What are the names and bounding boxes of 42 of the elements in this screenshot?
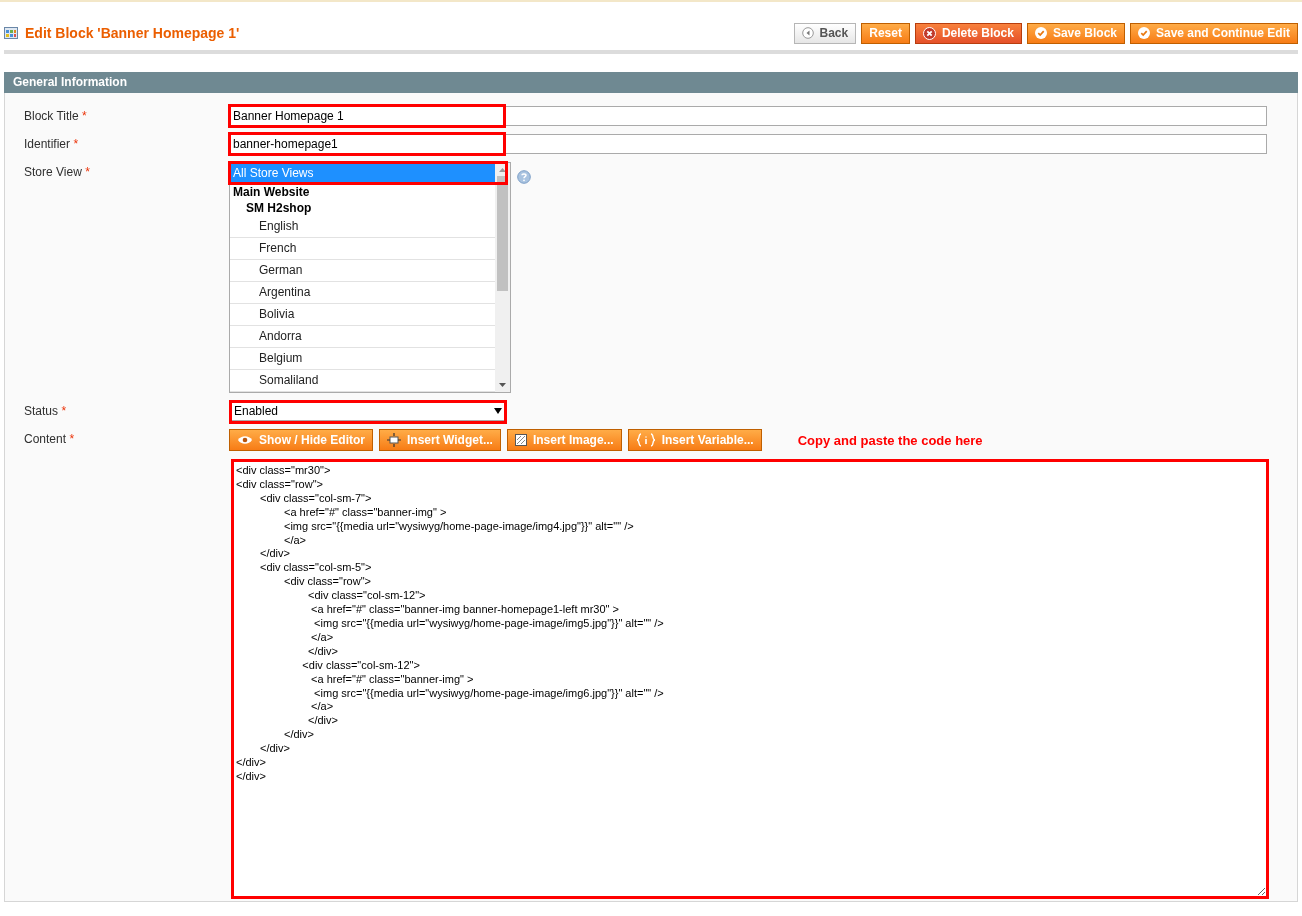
- check-icon: [1138, 27, 1150, 39]
- dropdown-arrow-icon: [494, 408, 502, 414]
- list-option[interactable]: English: [230, 216, 495, 238]
- required-mark: *: [61, 404, 67, 418]
- widget-icon: [387, 433, 401, 447]
- list-option[interactable]: Andorra: [230, 326, 495, 348]
- status-select[interactable]: Enabled: [229, 401, 507, 421]
- check-icon: [1034, 27, 1047, 39]
- required-mark: *: [85, 165, 90, 179]
- scroll-down-icon: [498, 382, 507, 388]
- list-option[interactable]: Belgium: [230, 348, 495, 370]
- required-mark: *: [82, 109, 87, 123]
- scroll-up-icon: [498, 167, 507, 173]
- field-label: Store View: [24, 165, 82, 179]
- scrollbar[interactable]: [495, 163, 510, 392]
- annotation-note: Copy and paste the code here: [797, 432, 983, 448]
- field-label: Content: [24, 432, 67, 446]
- eye-icon: [237, 435, 253, 445]
- field-label: Identifier: [24, 137, 71, 151]
- section-header: General Information: [4, 72, 1298, 93]
- option-group: Main Website: [230, 184, 495, 200]
- back-button[interactable]: Back: [793, 22, 857, 44]
- required-mark: *: [73, 137, 79, 151]
- list-option[interactable]: Somaliland: [230, 370, 495, 392]
- grid-icon: [4, 27, 18, 39]
- page-title: Edit Block 'Banner Homepage 1': [25, 25, 241, 41]
- text-field[interactable]: banner-homepage1: [229, 134, 1267, 154]
- text-field[interactable]: Banner Homepage 1: [229, 106, 1267, 126]
- list-option[interactable]: French: [230, 238, 495, 260]
- field-label: Block Title: [24, 109, 79, 123]
- code-editor[interactable]: <div class="mr30"> <div class="row"> <div class="col-sm-7"> <a href="#" class="banner-img" > <img src="{{media url="wysiwyg/home-page-image/img4.jpg"}}" alt="" /> </a> </div> <div class="col-sm-5"> <div class="row"> <div class="col-sm-12"> <a href="#" class="banner-img banner-homepage1-left mr30" > <img src="{{media url="wysiwyg/home-page-image/img5.jpg"}}" alt="" /> </a> </div> <div class="col-sm-12"> <a href="#" class="banner-img" > <img src="{{media url="wysiwyg/home-page-image/img6.jpg"}}" alt="" /> </a> </div> </div> </div> </div> </div>: [231, 459, 1269, 899]
- variable-icon: [635, 433, 656, 447]
- help-icon[interactable]: [517, 170, 531, 184]
- list-option[interactable]: German: [230, 260, 495, 282]
- required-mark: *: [69, 432, 75, 446]
- list-option[interactable]: Bolivia: [230, 304, 495, 326]
- field-label: Status: [24, 404, 59, 418]
- option-group: SM H2shop: [230, 200, 495, 216]
- list-option[interactable]: Argentina: [230, 282, 495, 304]
- image-icon: [514, 434, 527, 446]
- close-icon: [922, 26, 936, 40]
- store-view-listbox[interactable]: All Store Views Main Website SM H2shop English French German Argentina Bolivia Andorra Belgium Somaliland: [229, 162, 511, 393]
